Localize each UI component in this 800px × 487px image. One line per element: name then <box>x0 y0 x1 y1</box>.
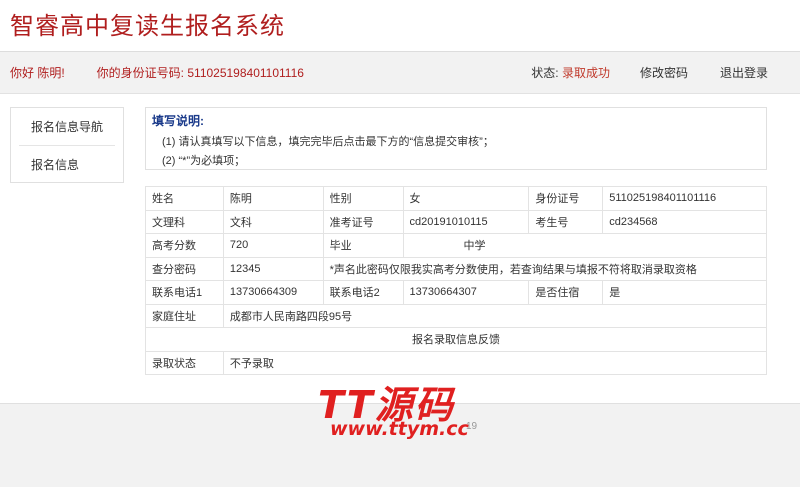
table-row: 文理科 文科 准考证号 cd20191010115 考生号 cd234568 <box>145 209 767 234</box>
field-label: 文理科 <box>145 209 224 234</box>
field-label: 考生号 <box>528 209 604 234</box>
address-value: 成都市人民南路四段95号 <box>222 303 768 328</box>
table-row: 录取状态 不予录取 <box>145 350 768 375</box>
admission-status-value: 不予录取 <box>222 350 768 375</box>
id-value: 511025198401101116 <box>187 66 304 80</box>
sidebar: 报名信息导航 报名信息 <box>10 107 124 183</box>
field-label: 家庭住址 <box>145 303 224 328</box>
school-value: 中学 <box>402 233 768 258</box>
status-value: 录取成功 <box>561 66 610 80</box>
password-value: 12345 <box>222 256 324 281</box>
field-label: 准考证号 <box>322 209 404 234</box>
sidebar-item-nav[interactable]: 报名信息导航 <box>19 108 115 146</box>
table-row: 高考分数 720 毕业 中学 <box>145 233 768 258</box>
registration-table: 姓名 陈明 性别 女 身份证号 511025198401101116 文理科 文… <box>145 186 768 375</box>
field-label: 高考分数 <box>145 233 224 258</box>
header: 智睿高中复读生报名系统 <box>0 0 800 52</box>
change-password-link[interactable]: 修改密码 <box>640 64 688 81</box>
student-number-value: cd234568 <box>602 209 767 234</box>
user-actions: 状态: 录取成功 修改密码 退出登录 <box>531 64 800 81</box>
phone2-value: 13730664307 <box>402 280 530 305</box>
boarding-value: 是 <box>602 280 767 305</box>
field-label: 身份证号 <box>528 186 604 211</box>
id-number-value: 511025198401101116 <box>602 186 767 211</box>
phone1-value: 13730664309 <box>222 280 324 305</box>
table-row: 报名录取信息反馈 <box>145 327 767 352</box>
watermark-url: www.ttym.cc <box>330 418 469 440</box>
gender-value: 女 <box>402 186 530 211</box>
status: 状态: 录取成功 <box>531 64 610 81</box>
field-label: 是否住宿 <box>528 280 604 305</box>
instruction-line: (2) “*”为必填项； <box>162 155 246 167</box>
field-label: 录取状态 <box>145 350 224 375</box>
sidebar-item-info[interactable]: 报名信息 <box>11 146 123 184</box>
name-value: 陈明 <box>222 186 324 211</box>
site-title: 智睿高中复读生报名系统 <box>10 12 285 40</box>
table-row: 姓名 陈明 性别 女 身份证号 511025198401101116 <box>145 186 767 211</box>
track-value: 文科 <box>222 209 324 234</box>
table-row: 查分密码 12345 *声名此密码仅限我实高考分数使用，若查询结果与填报不符将取… <box>145 256 768 281</box>
table-row: 家庭住址 成都市人民南路四段95号 <box>145 303 768 328</box>
watermark-logo: TT源码 www.ttym.cc <box>318 374 469 440</box>
id-line: 你的身份证号码: 511025198401101116 <box>97 64 304 81</box>
field-label: 性别 <box>322 186 404 211</box>
table-row: 联系电话1 13730664309 联系电话2 13730664307 是否住宿… <box>145 280 767 305</box>
field-label: 查分密码 <box>145 256 224 281</box>
score-value: 720 <box>222 233 324 258</box>
feedback-header: 报名录取信息反馈 <box>145 327 767 352</box>
field-label: 联系电话1 <box>145 280 224 305</box>
field-label: 联系电话2 <box>322 280 404 305</box>
field-label: 姓名 <box>145 186 224 211</box>
field-label: 毕业 <box>322 233 404 258</box>
greeting: 你好 陈明! <box>10 66 65 80</box>
exam-number-value: cd20191010115 <box>402 209 530 234</box>
status-label: 状态: <box>531 66 559 80</box>
id-label: 你的身份证号码: <box>96 66 185 80</box>
user-bar: 你好 陈明! 你的身份证号码: 511025198401101116 状态: 录… <box>0 52 800 94</box>
logout-link[interactable]: 退出登录 <box>720 64 768 81</box>
instructions-title: 填写说明: <box>152 114 204 128</box>
password-note: *声名此密码仅限我实高考分数使用，若查询结果与填报不符将取消录取资格 <box>322 256 768 281</box>
instruction-line: (1) 请认真填写以下信息，填完完毕后点击最下方的“信息提交审核”； <box>162 136 494 148</box>
instructions-panel: 填写说明: (1) 请认真填写以下信息，填完完毕后点击最下方的“信息提交审核”；… <box>145 107 767 170</box>
